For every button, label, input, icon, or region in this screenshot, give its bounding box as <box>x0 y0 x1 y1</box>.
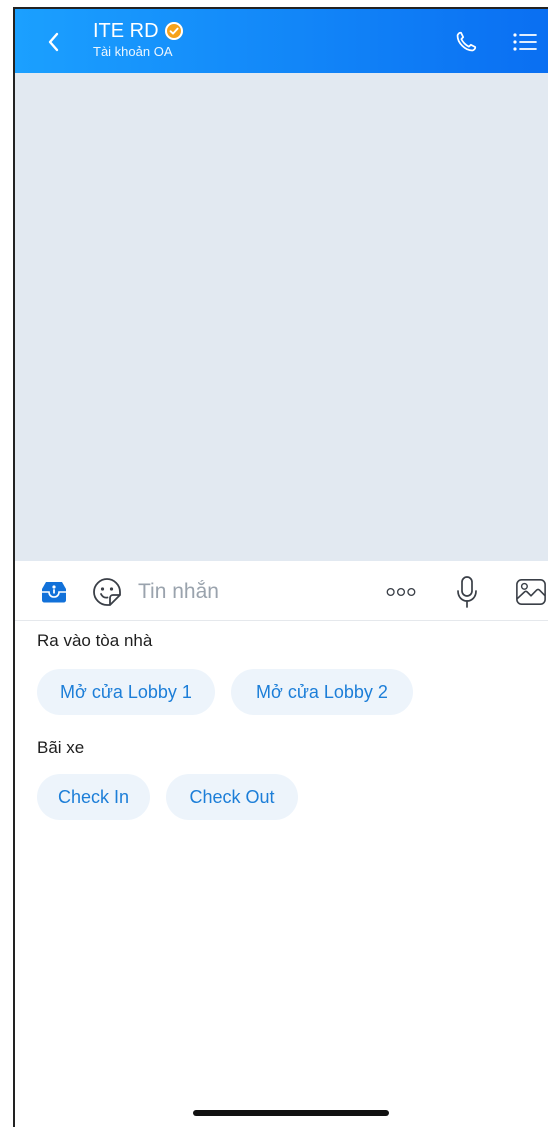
oa-menu-button[interactable] <box>38 576 70 608</box>
chat-header: ITE RD Tài khoản OA <box>15 9 548 73</box>
voice-button[interactable] <box>451 576 483 608</box>
conversation-info[interactable]: ITE RD Tài khoản OA <box>93 19 183 60</box>
oa-menu-icon <box>42 582 66 603</box>
phone-screen: ITE RD Tài khoản OA Tin nhắn Ra vào tòa … <box>13 7 548 1127</box>
menu-button[interactable] <box>510 27 540 57</box>
conversation-title: ITE RD <box>93 20 159 42</box>
back-button[interactable] <box>39 27 69 57</box>
more-button[interactable] <box>385 576 417 608</box>
open-lobby-1-button[interactable]: Mở cửa Lobby 1 <box>37 669 215 715</box>
verified-badge-icon <box>164 22 183 40</box>
section-title-parking: Bãi xe <box>37 738 85 757</box>
account-type-label: Tài khoản OA <box>93 44 173 59</box>
check-in-button[interactable]: Check In <box>37 774 150 820</box>
section-title-building-access: Ra vào tòa nhà <box>37 631 153 650</box>
message-list[interactable] <box>15 73 548 561</box>
more-dots-icon <box>386 587 416 597</box>
message-input[interactable] <box>138 577 348 607</box>
microphone-icon <box>457 576 477 608</box>
home-indicator[interactable] <box>193 1110 389 1116</box>
conversation-title-row: ITE RD <box>93 19 183 43</box>
open-lobby-2-button[interactable]: Mở cửa Lobby 2 <box>231 669 413 715</box>
phone-icon <box>456 31 477 52</box>
image-icon <box>516 578 546 606</box>
list-menu-icon <box>513 33 537 51</box>
image-button[interactable] <box>515 576 547 608</box>
sticker-icon <box>93 578 121 606</box>
chevron-left-icon <box>48 32 59 52</box>
message-composer <box>15 561 548 621</box>
call-button[interactable] <box>451 27 481 57</box>
sticker-button[interactable] <box>91 576 123 608</box>
check-out-button[interactable]: Check Out <box>166 774 298 820</box>
